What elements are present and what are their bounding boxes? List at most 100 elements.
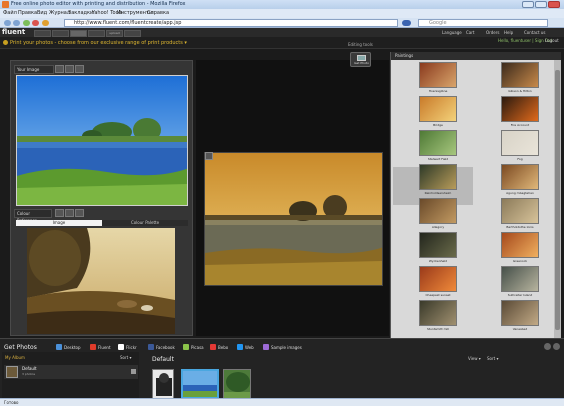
maximize-button[interactable] bbox=[535, 1, 547, 8]
site-tab-2[interactable] bbox=[52, 30, 69, 37]
painting-item[interactable]: Stuntsmitt mill bbox=[419, 300, 457, 334]
tab-image[interactable]: Image bbox=[16, 220, 102, 226]
album-photo-1[interactable] bbox=[152, 369, 174, 399]
site-logo[interactable]: fluent bbox=[2, 28, 25, 36]
reference-zoom-icon[interactable] bbox=[65, 209, 74, 217]
painting-item[interactable]: Vanesbed bbox=[501, 300, 539, 334]
close-button[interactable] bbox=[548, 1, 560, 8]
result-image[interactable] bbox=[204, 152, 383, 286]
default-album-heading: Default bbox=[152, 356, 174, 363]
tab-colour-palette[interactable]: Colour Palette bbox=[102, 220, 188, 226]
album-edit-icon[interactable] bbox=[131, 369, 136, 374]
orders-link[interactable]: Orders bbox=[486, 30, 499, 35]
painting-item[interactable]: Fire Account bbox=[501, 96, 539, 130]
painting-label: Reinholdsersheim bbox=[424, 191, 452, 195]
editing-tools-label: Editing tools bbox=[348, 42, 373, 47]
paintings-scrollbar[interactable] bbox=[554, 60, 561, 338]
painting-item[interactable]: Cheapest sunset bbox=[419, 266, 457, 300]
painting-thumbnail bbox=[419, 96, 457, 122]
reference-remove-button[interactable] bbox=[75, 209, 84, 217]
reload-icon[interactable] bbox=[23, 20, 30, 26]
album-photo-2[interactable] bbox=[181, 369, 219, 399]
back-icon[interactable] bbox=[4, 20, 11, 26]
forward-icon[interactable] bbox=[13, 20, 20, 26]
source-sample-images-button[interactable]: Sample images bbox=[263, 344, 302, 351]
address-bar-text: http://www.fluent.com/fluentcreate/app.j… bbox=[74, 20, 182, 26]
painting-thumbnail bbox=[419, 300, 457, 326]
your-image-photo[interactable] bbox=[16, 75, 188, 206]
site-tab-3[interactable] bbox=[70, 30, 87, 37]
painting-thumbnail bbox=[501, 232, 539, 258]
source-picasa-button[interactable]: Picasa bbox=[183, 344, 204, 351]
search-input[interactable]: Google bbox=[418, 19, 548, 27]
contact-link[interactable]: Contact us bbox=[524, 30, 545, 35]
stop-icon[interactable] bbox=[32, 20, 39, 26]
source-bebo-button[interactable]: Bebo bbox=[210, 344, 228, 351]
painting-item[interactable]: Fog bbox=[501, 130, 539, 164]
painting-item[interactable]: Allegory bbox=[419, 198, 457, 232]
source-facebook-button[interactable]: Facebook bbox=[148, 344, 175, 351]
source-label: Picasa bbox=[191, 345, 204, 350]
collapse-icon[interactable] bbox=[553, 343, 560, 350]
reference-tool-button[interactable] bbox=[55, 209, 64, 217]
painting-label: Sulhreiter Island bbox=[507, 293, 533, 297]
address-bar[interactable]: http://www.fluent.com/fluentcreate/app.j… bbox=[64, 19, 398, 27]
sort-dropdown[interactable]: Sort ▾ bbox=[487, 356, 498, 361]
painting-item[interactable]: Bridge bbox=[419, 96, 457, 130]
menu-history[interactable]: Журнал bbox=[49, 10, 70, 16]
source-web-button[interactable]: Web bbox=[237, 344, 254, 351]
painting-item[interactable]: Sulhreiter Island bbox=[501, 266, 539, 300]
painting-item[interactable]: Agung mbagtehan bbox=[501, 164, 539, 198]
source-label: Facebook bbox=[156, 345, 175, 350]
source-label: Sample images bbox=[271, 345, 302, 350]
painting-label: Bridge bbox=[433, 123, 443, 127]
source-label: Flickr bbox=[126, 345, 137, 350]
status-bar: Готово bbox=[0, 398, 564, 406]
painting-item[interactable]: Greenock bbox=[501, 232, 539, 266]
painting-label: Stalwart Field bbox=[427, 157, 449, 161]
image-remove-button[interactable] bbox=[75, 65, 84, 73]
logout-link[interactable]: Logout bbox=[545, 38, 559, 43]
source-icon bbox=[210, 344, 216, 350]
painting-thumbnail bbox=[501, 130, 539, 156]
zoom-icon[interactable] bbox=[65, 65, 74, 73]
painting-item[interactable]: Wyckenheld bbox=[419, 232, 457, 266]
site-tab-4[interactable] bbox=[88, 30, 105, 37]
home-icon[interactable] bbox=[42, 20, 49, 26]
view-dropdown[interactable]: View ▾ bbox=[468, 356, 481, 361]
minimize-button[interactable] bbox=[522, 1, 534, 8]
album-panel: My Album Sort ▾ Default 3 photos bbox=[2, 352, 139, 402]
site-tab-5[interactable]: upload bbox=[106, 30, 123, 37]
album-row[interactable]: Default 3 photos bbox=[4, 365, 138, 379]
painting-item[interactable]: Gibson & Hilton bbox=[501, 62, 539, 96]
cart-link[interactable]: Cart bbox=[466, 30, 474, 35]
painting-item[interactable]: Hoenisgibne bbox=[419, 62, 457, 96]
site-tab-1[interactable] bbox=[34, 30, 51, 37]
painting-item[interactable]: Reinholdsersheim bbox=[419, 164, 457, 198]
language-link[interactable]: Language bbox=[442, 30, 462, 35]
source-desktop-button[interactable]: Desktop bbox=[56, 344, 81, 351]
promo-link[interactable]: Print your photos - choose from our excl… bbox=[10, 40, 187, 46]
reference-tabs: Image Colour Palette bbox=[16, 220, 188, 226]
get-photos-bar: Get Photos Desktop Fluent Flickr Facebook Pi… bbox=[0, 338, 564, 402]
menu-view[interactable]: Вид bbox=[37, 10, 47, 16]
firefox-icon bbox=[2, 1, 9, 8]
get-photo-button[interactable]: Get Photo bbox=[350, 52, 371, 67]
menu-help[interactable]: Справка bbox=[147, 10, 169, 16]
help-link[interactable]: Help bbox=[504, 30, 513, 35]
menu-edit[interactable]: Правка bbox=[18, 10, 37, 16]
result-zoom-icon[interactable] bbox=[205, 152, 213, 160]
source-flickr-button[interactable]: Flickr bbox=[118, 344, 137, 351]
source-fluent-button[interactable]: Fluent bbox=[90, 344, 111, 351]
painting-thumbnail bbox=[419, 266, 457, 292]
image-tool-button[interactable] bbox=[55, 65, 64, 73]
painting-thumbnail bbox=[501, 266, 539, 292]
painting-item[interactable]: Stalwart Field bbox=[419, 130, 457, 164]
painting-item[interactable]: Bartholdsthe Ionis bbox=[501, 198, 539, 232]
menu-file[interactable]: Файл bbox=[3, 10, 17, 16]
menu-bookmarks[interactable]: Закладки bbox=[68, 10, 93, 16]
help-icon[interactable] bbox=[544, 343, 551, 350]
album-sort-dropdown[interactable]: Sort ▾ bbox=[120, 355, 131, 360]
album-photo-3[interactable] bbox=[223, 369, 251, 399]
site-tab-6[interactable] bbox=[124, 30, 141, 37]
